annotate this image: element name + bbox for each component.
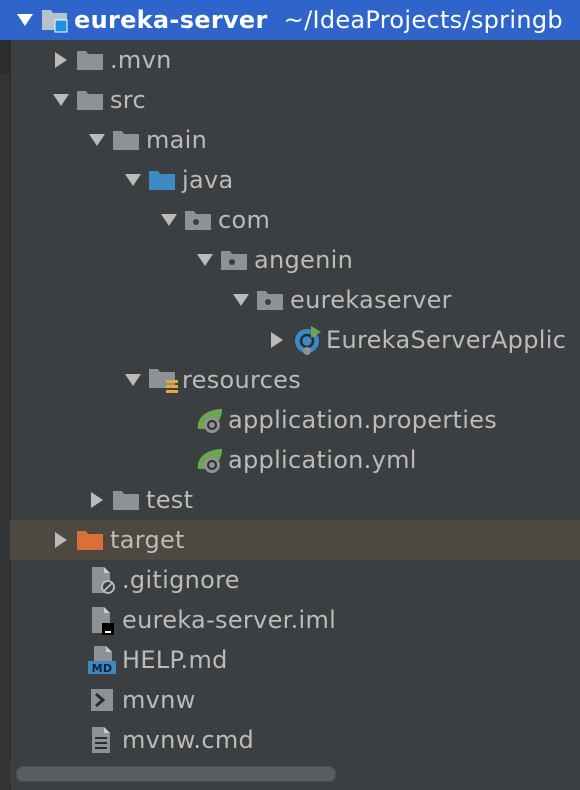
module-file-icon [88, 600, 122, 640]
tree-node-angenin[interactable]: angenin [0, 240, 580, 280]
chevron-down-icon[interactable] [154, 200, 184, 240]
tree-node-src[interactable]: src [0, 80, 580, 120]
folder-icon [112, 480, 146, 520]
tree-node-label: angenin [254, 246, 354, 274]
markdown-file-icon: MD [88, 640, 122, 680]
tree-node-label: .mvn [110, 46, 172, 74]
resources-folder-icon [148, 360, 182, 400]
tree-node-mvnw-cmd[interactable]: mvnw.cmd [0, 720, 580, 760]
project-path: ~/IdeaProjects/springb [283, 6, 563, 34]
chevron-down-icon[interactable] [226, 280, 256, 320]
shell-script-icon [88, 680, 122, 720]
tree-node-target[interactable]: target [10, 520, 580, 560]
chevron-right-icon[interactable] [46, 40, 76, 80]
tree-node-mvnw[interactable]: mvnw [0, 680, 580, 720]
package-icon [184, 200, 218, 240]
chevron-down-icon[interactable] [46, 80, 76, 120]
tree-node-resources[interactable]: resources [0, 360, 580, 400]
chevron-down-icon[interactable] [190, 240, 220, 280]
tree-node-help-md[interactable]: MD HELP.md [0, 640, 580, 680]
tree-node-application-yml[interactable]: application.yml [0, 440, 580, 480]
tree-node-label: target [110, 526, 185, 554]
tree-node-main[interactable]: main [0, 120, 580, 160]
tree-node-label: com [218, 206, 271, 234]
tree-node-test[interactable]: test [0, 480, 580, 520]
tree-node-label: application.yml [228, 446, 417, 474]
chevron-down-icon[interactable] [118, 160, 148, 200]
folder-icon [76, 80, 110, 120]
tree-node-label: java [182, 166, 234, 194]
folder-icon [76, 40, 110, 80]
tree-node-label: mvnw.cmd [122, 726, 255, 754]
spring-config-file-icon [194, 400, 228, 440]
module-folder-icon [40, 0, 74, 40]
tree-node-label: .gitignore [122, 566, 240, 594]
tree-node-label: EurekaServerApplic [326, 326, 567, 354]
tree-node-label: application.properties [228, 406, 498, 434]
chevron-right-icon[interactable] [82, 480, 112, 520]
tree-node-label: main [146, 126, 208, 154]
tree-node-eurekaserver[interactable]: eurekaserver [0, 280, 580, 320]
tree-node-eureka-server-application[interactable]: EurekaServerApplic [0, 320, 580, 360]
tree-node-gitignore[interactable]: .gitignore [0, 560, 580, 600]
spring-config-file-icon [194, 440, 228, 480]
chevron-down-icon[interactable] [82, 120, 112, 160]
horizontal-scrollbar[interactable] [10, 762, 580, 784]
chevron-down-icon[interactable] [118, 360, 148, 400]
tree-node-mvn[interactable]: .mvn [0, 40, 580, 80]
md-badge-text: MD [92, 662, 113, 675]
tree-node-application-properties[interactable]: application.properties [0, 400, 580, 440]
folder-icon [112, 120, 146, 160]
project-name: eureka-server [74, 6, 268, 34]
spring-boot-class-icon [292, 320, 326, 360]
tree-node-label: HELP.md [122, 646, 228, 674]
tree-node-label: eurekaserver [290, 286, 452, 314]
project-tree-panel: eureka-server ~/IdeaProjects/springb .mv… [0, 0, 580, 790]
tree-node-label: resources [182, 366, 302, 394]
tree-node-label: mvnw [122, 686, 196, 714]
tree-node-label: test [146, 486, 194, 514]
chevron-down-icon[interactable] [10, 0, 40, 40]
chevron-right-icon[interactable] [46, 520, 76, 560]
tree-node-project-root[interactable]: eureka-server ~/IdeaProjects/springb [0, 0, 580, 40]
tree-node-iml[interactable]: eureka-server.iml [0, 600, 580, 640]
chevron-right-icon[interactable] [262, 320, 292, 360]
package-icon [256, 280, 290, 320]
ignore-file-icon [88, 560, 122, 600]
tree-node-java[interactable]: java [0, 160, 580, 200]
package-icon [220, 240, 254, 280]
excluded-folder-icon [76, 520, 110, 560]
tree-node-label: eureka-server.iml [122, 606, 337, 634]
horizontal-scrollbar-thumb[interactable] [16, 766, 336, 782]
tree-node-label: src [110, 86, 146, 114]
tree-node-com[interactable]: com [0, 200, 580, 240]
source-folder-icon [148, 160, 182, 200]
text-file-icon [88, 720, 122, 760]
